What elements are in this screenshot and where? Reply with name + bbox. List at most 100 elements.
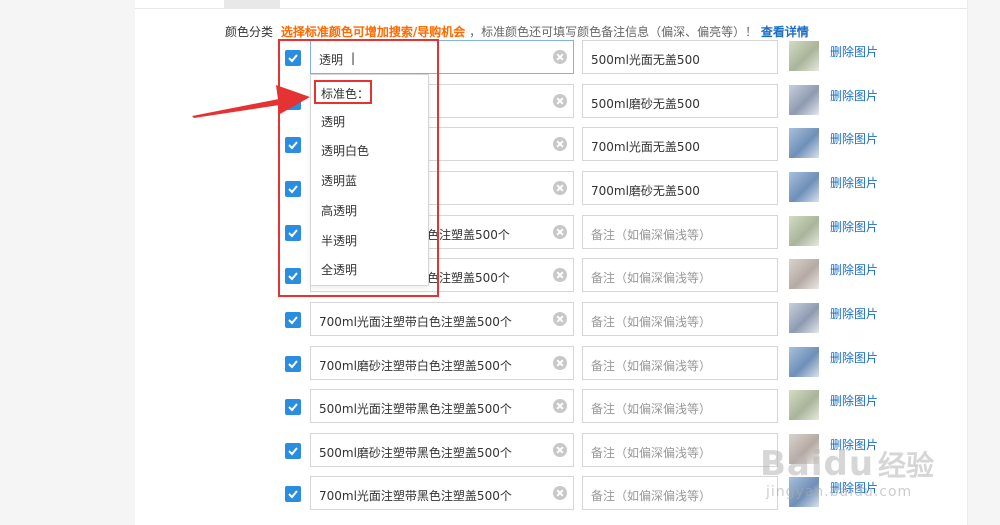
color-name-value: 透明	[319, 53, 344, 67]
dropdown-header: 标准色：	[321, 87, 370, 101]
row-checkbox[interactable]	[285, 356, 301, 372]
thumbnail-image[interactable]	[789, 85, 819, 115]
thumbnail-image[interactable]	[789, 434, 819, 464]
color-name-input[interactable]: 700ml磨砂注塑带白色注塑盖500个	[310, 346, 574, 380]
row-checkbox[interactable]	[285, 399, 301, 415]
note-value: 500ml磨砂无盖500	[591, 97, 700, 111]
clear-icon[interactable]	[553, 486, 567, 500]
delete-image-link[interactable]: 删除图片	[830, 479, 878, 496]
section-label: 颜色分类	[225, 25, 274, 39]
delete-image-link[interactable]: 删除图片	[830, 130, 878, 147]
delete-image-link[interactable]: 删除图片	[830, 87, 878, 104]
color-name-input[interactable]: 500ml磨砂注塑带黑色注塑盖500个	[310, 433, 574, 467]
row-checkbox[interactable]	[285, 443, 301, 459]
thumbnail-image[interactable]	[789, 347, 819, 377]
thumbnail-image[interactable]	[789, 477, 819, 507]
thumbnail-image[interactable]	[789, 41, 819, 71]
row-checkbox[interactable]	[285, 486, 301, 502]
clear-icon[interactable]	[553, 94, 567, 108]
note-input[interactable]: 备注（如偏深偏浅等）	[582, 302, 778, 336]
color-name-value: 700ml光面注塑带白色注塑盖500个	[319, 315, 512, 329]
note-input[interactable]: 500ml光面无盖500	[582, 40, 778, 74]
note-value: 500ml光面无盖500	[591, 53, 700, 67]
row-checkbox[interactable]	[285, 50, 301, 66]
clear-icon[interactable]	[553, 137, 567, 151]
thumbnail-image[interactable]	[789, 259, 819, 289]
note-input[interactable]: 500ml磨砂无盖500	[582, 84, 778, 118]
left-margin	[0, 0, 135, 525]
color-name-input[interactable]: 透明 |	[310, 40, 574, 74]
text-cursor: |	[351, 51, 356, 65]
dropdown-option[interactable]: 半透明	[321, 232, 357, 249]
color-row: 700ml磨砂注塑带白色注塑盖500个 备注（如偏深偏浅等） 删除图片	[285, 346, 905, 382]
clear-icon[interactable]	[553, 399, 567, 413]
row-checkbox[interactable]	[285, 268, 301, 284]
note-input[interactable]: 备注（如偏深偏浅等）	[582, 346, 778, 380]
delete-image-link[interactable]: 删除图片	[830, 218, 878, 235]
note-input[interactable]: 700ml光面无盖500	[582, 127, 778, 161]
clear-icon[interactable]	[553, 181, 567, 195]
row-checkbox[interactable]	[285, 312, 301, 328]
delete-image-link[interactable]: 删除图片	[830, 392, 878, 409]
divider	[135, 8, 967, 9]
note-input[interactable]: 备注（如偏深偏浅等）	[582, 215, 778, 249]
note-placeholder: 备注（如偏深偏浅等）	[591, 228, 712, 242]
thumbnail-image[interactable]	[789, 216, 819, 246]
color-row: 透明 | 500ml光面无盖500 删除图片	[285, 40, 905, 76]
clear-icon[interactable]	[553, 268, 567, 282]
note-input[interactable]: 备注（如偏深偏浅等）	[582, 258, 778, 292]
clear-icon[interactable]	[553, 312, 567, 326]
dropdown-option[interactable]: 全透明	[321, 261, 357, 278]
row-checkbox[interactable]	[285, 225, 301, 241]
note-input[interactable]: 备注（如偏深偏浅等）	[582, 476, 778, 510]
note-placeholder: 备注（如偏深偏浅等）	[591, 271, 712, 285]
hint-text: 选择标准颜色可增加搜索/导购机会	[280, 25, 466, 39]
thumbnail-image[interactable]	[789, 172, 819, 202]
color-row: 500ml磨砂注塑带黑色注塑盖500个 备注（如偏深偏浅等） 删除图片	[285, 433, 905, 469]
clear-icon[interactable]	[553, 443, 567, 457]
note-input[interactable]: 700ml磨砂无盖500	[582, 171, 778, 205]
color-name-input[interactable]: 500ml光面注塑带黑色注塑盖500个	[310, 389, 574, 423]
color-name-input[interactable]: 700ml光面注塑带黑色注塑盖500个	[310, 476, 574, 510]
clear-icon[interactable]	[553, 50, 567, 64]
note-placeholder: 备注（如偏深偏浅等）	[591, 489, 712, 503]
color-name-value: 700ml光面注塑带黑色注塑盖500个	[319, 489, 512, 503]
dropdown-option[interactable]: 透明白色	[321, 142, 369, 159]
thumbnail-image[interactable]	[789, 128, 819, 158]
color-name-value: 500ml磨砂注塑带黑色注塑盖500个	[319, 446, 512, 460]
dropdown-option[interactable]: 高透明	[321, 202, 357, 219]
delete-image-link[interactable]: 删除图片	[830, 174, 878, 191]
color-name-value: 色注塑盖500个	[427, 271, 510, 285]
note-placeholder: 备注（如偏深偏浅等）	[591, 446, 712, 460]
row-checkbox[interactable]	[285, 94, 301, 110]
thumbnail-image[interactable]	[789, 303, 819, 333]
note-placeholder: 备注（如偏深偏浅等）	[591, 402, 712, 416]
thumbnail-image[interactable]	[789, 390, 819, 420]
delete-image-link[interactable]: 删除图片	[830, 436, 878, 453]
note-input[interactable]: 备注（如偏深偏浅等）	[582, 389, 778, 423]
clear-icon[interactable]	[553, 225, 567, 239]
color-name-input[interactable]: 700ml光面注塑带白色注塑盖500个	[310, 302, 574, 336]
note-text: ，标准颜色还可填写颜色备注信息（偏深、偏亮等）！	[469, 25, 758, 39]
standard-color-dropdown: 标准色： 透明 透明白色 透明蓝 高透明 半透明 全透明	[310, 74, 429, 286]
note-placeholder: 备注（如偏深偏浅等）	[591, 315, 712, 329]
dropdown-option[interactable]: 透明	[321, 113, 345, 130]
detail-link[interactable]: 查看详情	[761, 25, 809, 39]
note-value: 700ml光面无盖500	[591, 140, 700, 154]
color-row: 700ml光面注塑带白色注塑盖500个 备注（如偏深偏浅等） 删除图片	[285, 302, 905, 338]
delete-image-link[interactable]: 删除图片	[830, 349, 878, 366]
delete-image-link[interactable]: 删除图片	[830, 43, 878, 60]
color-row: 700ml光面注塑带黑色注塑盖500个 备注（如偏深偏浅等） 删除图片	[285, 476, 905, 512]
note-value: 700ml磨砂无盖500	[591, 184, 700, 198]
clear-icon[interactable]	[553, 356, 567, 370]
note-placeholder: 备注（如偏深偏浅等）	[591, 359, 712, 373]
delete-image-link[interactable]: 删除图片	[830, 305, 878, 322]
delete-image-link[interactable]: 删除图片	[830, 261, 878, 278]
row-checkbox[interactable]	[285, 181, 301, 197]
dropdown-option[interactable]: 透明蓝	[321, 172, 357, 189]
row-checkbox[interactable]	[285, 137, 301, 153]
color-name-value: 500ml光面注塑带黑色注塑盖500个	[319, 402, 512, 416]
color-name-value: 700ml磨砂注塑带白色注塑盖500个	[319, 359, 512, 373]
color-row: 500ml光面注塑带黑色注塑盖500个 备注（如偏深偏浅等） 删除图片	[285, 389, 905, 425]
note-input[interactable]: 备注（如偏深偏浅等）	[582, 433, 778, 467]
